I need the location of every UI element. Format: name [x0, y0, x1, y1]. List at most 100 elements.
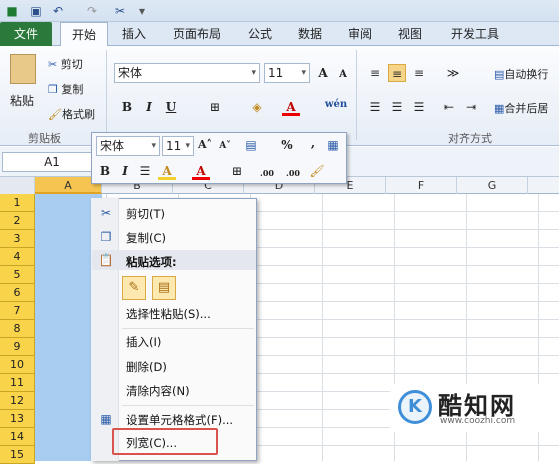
menu-item-cut[interactable]: 剪切(T): [126, 206, 165, 222]
menu-item-clear-contents[interactable]: 清除内容(N): [126, 383, 190, 399]
row-header[interactable]: 11: [0, 374, 35, 392]
mini-font-size-select[interactable]: 11: [162, 136, 194, 156]
row-header[interactable]: 9: [0, 338, 35, 356]
italic-button[interactable]: I: [140, 98, 158, 116]
row-header[interactable]: 13: [0, 410, 35, 428]
brush-icon: 🖌: [48, 108, 62, 121]
cut-label: 剪切: [60, 58, 83, 71]
mini-format-icon[interactable]: ▦: [324, 136, 342, 154]
mini-percent-button[interactable]: %: [278, 136, 296, 154]
menu-item-copy[interactable]: 复制(C): [126, 230, 166, 246]
font-color-button[interactable]: A: [282, 98, 300, 116]
menu-separator: [122, 405, 254, 406]
tab-formulas[interactable]: 公式: [240, 22, 280, 46]
fill-color-icon[interactable]: ◈: [248, 98, 266, 116]
row-header[interactable]: 8: [0, 320, 35, 338]
watermark-logo: K: [398, 390, 432, 424]
menu-item-format-cells[interactable]: 设置单元格格式(F)...: [126, 412, 233, 428]
decrease-indent-icon[interactable]: ⇤: [440, 98, 458, 116]
mini-format-painter-icon[interactable]: 🖌: [308, 162, 326, 180]
row-header[interactable]: 2: [0, 212, 35, 230]
borders-icon[interactable]: ⊞: [206, 98, 224, 116]
row-header[interactable]: 3: [0, 230, 35, 248]
copy-button[interactable]: ❐ 复制: [48, 81, 83, 97]
font-name-select[interactable]: 宋体: [114, 63, 260, 83]
align-bottom-icon[interactable]: ≡: [410, 64, 428, 82]
tab-data[interactable]: 数据: [290, 22, 330, 46]
mini-font-color-button[interactable]: A: [192, 162, 210, 180]
align-left-icon[interactable]: ☰: [366, 98, 384, 116]
tab-view[interactable]: 视图: [390, 22, 430, 46]
row-header[interactable]: 4: [0, 248, 35, 266]
name-box[interactable]: A1: [2, 152, 102, 172]
tab-developer[interactable]: 开发工具: [440, 22, 510, 46]
tab-review[interactable]: 审阅: [340, 22, 380, 46]
phonetic-button[interactable]: wén: [322, 96, 350, 114]
underline-button[interactable]: U: [162, 98, 180, 116]
row-header[interactable]: 15: [0, 446, 35, 464]
format-painter-label: 格式刷: [61, 108, 95, 121]
paste-icon[interactable]: [10, 54, 36, 84]
save-icon[interactable]: ▣: [28, 3, 44, 19]
scissors-icon: ✂: [48, 58, 61, 71]
paste-button[interactable]: 粘贴: [10, 92, 34, 109]
mini-grow-font-icon[interactable]: A˄: [196, 136, 214, 154]
mini-comma-button[interactable]: ,: [304, 134, 322, 152]
row-header[interactable]: 10: [0, 356, 35, 374]
paste-option-default-icon[interactable]: ✎: [122, 276, 146, 300]
row-header[interactable]: 6: [0, 284, 35, 302]
wrap-text-button[interactable]: ▤自动换行: [494, 66, 548, 82]
redo-icon[interactable]: ↷: [84, 3, 100, 19]
menu-separator: [122, 328, 254, 329]
orientation-icon[interactable]: ≫: [444, 64, 462, 82]
menu-item-paste-special[interactable]: 选择性粘贴(S)...: [126, 306, 211, 322]
menu-item-delete[interactable]: 删除(D): [126, 359, 167, 375]
ribbon-home: 粘贴 ✂ 剪切 ❐ 复制 🖌格式刷 剪贴板 宋体 11 A A B I U ⊞ …: [0, 46, 559, 146]
column-header-f[interactable]: F: [386, 177, 457, 194]
bold-button[interactable]: B: [118, 98, 136, 116]
row-header[interactable]: 12: [0, 392, 35, 410]
tab-page-layout[interactable]: 页面布局: [162, 22, 232, 46]
qat-menu-icon[interactable]: ▾: [134, 3, 150, 19]
paste-option-values-icon[interactable]: ▤: [152, 276, 176, 300]
align-center-icon[interactable]: ☰: [388, 98, 406, 116]
undo-icon[interactable]: ↶: [50, 3, 66, 19]
menu-item-insert[interactable]: 插入(I): [126, 334, 161, 350]
copy-icon: ❐: [100, 230, 112, 244]
row-header[interactable]: 14: [0, 428, 35, 446]
grow-font-button[interactable]: A: [314, 64, 332, 82]
tab-insert[interactable]: 插入: [114, 22, 154, 46]
customize-qat-icon[interactable]: ✂: [112, 3, 128, 19]
mini-fill-color-button[interactable]: A: [158, 162, 176, 180]
excel-logo-icon: ■: [6, 4, 18, 18]
mini-borders-icon[interactable]: ⊞: [228, 162, 246, 180]
mini-center-icon[interactable]: ☰: [136, 162, 154, 180]
row-header[interactable]: 1: [0, 194, 35, 212]
align-top-icon[interactable]: ≡: [366, 64, 384, 82]
tab-file[interactable]: 文件: [0, 22, 52, 46]
tab-home[interactable]: 开始: [60, 22, 108, 47]
ribbon-tabs: 文件 开始 插入 页面布局 公式 数据 审阅 视图 开发工具: [0, 22, 559, 47]
select-all-corner[interactable]: [0, 177, 35, 194]
increase-indent-icon[interactable]: ⇥: [462, 98, 480, 116]
font-size-select[interactable]: 11: [264, 63, 310, 83]
mini-toolbar: 宋体 11 A˄ A˅ ▤ % , ▦ B I ☰ A A ⊞ .00 .00 …: [91, 132, 347, 184]
format-painter-button[interactable]: 🖌格式刷: [48, 106, 95, 122]
mini-shrink-font-icon[interactable]: A˅: [216, 137, 234, 155]
mini-increase-decimal-button[interactable]: .00: [256, 164, 278, 182]
align-right-icon[interactable]: ☰: [410, 98, 428, 116]
align-middle-icon[interactable]: ≡: [388, 64, 406, 82]
row-header[interactable]: 7: [0, 302, 35, 320]
cut-button[interactable]: ✂ 剪切: [48, 56, 83, 72]
shrink-font-button[interactable]: A: [334, 66, 352, 84]
mini-italic-button[interactable]: I: [116, 162, 134, 180]
mini-decrease-decimal-button[interactable]: .00: [282, 164, 304, 182]
mini-number-format-icon[interactable]: ▤: [242, 136, 260, 154]
row-header[interactable]: 5: [0, 266, 35, 284]
merge-icon: ▦: [494, 102, 505, 115]
merge-center-button[interactable]: ▦合并后居: [494, 100, 548, 116]
clipboard-group-label: 剪贴板: [28, 132, 61, 145]
mini-font-name-select[interactable]: 宋体: [96, 136, 160, 156]
mini-bold-button[interactable]: B: [96, 162, 114, 180]
column-header-g[interactable]: G: [457, 177, 528, 194]
